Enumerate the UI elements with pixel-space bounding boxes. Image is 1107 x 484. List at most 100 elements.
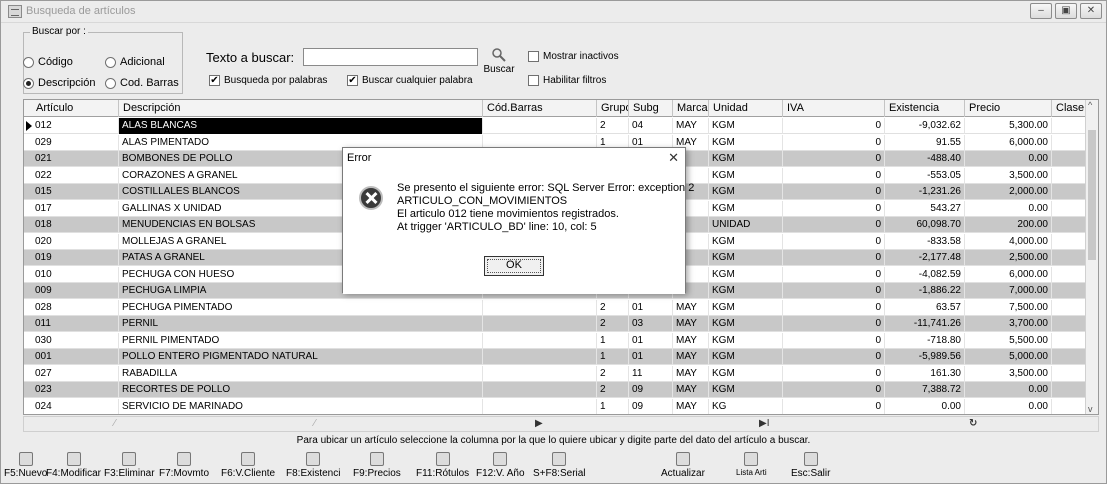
- table-row[interactable]: 028 PECHUGA PIMENTADO 2 01 MAY KGM 0 63.57 7,500…: [24, 299, 1086, 316]
- cell-marca[interactable]: MAY: [673, 332, 709, 349]
- cell-precio[interactable]: 0.00: [965, 382, 1052, 398]
- cell-precio[interactable]: 5,500.00: [965, 332, 1052, 349]
- cell-grupo[interactable]: 2: [597, 382, 629, 398]
- filters-checkbox[interactable]: Habilitar filtros: [528, 75, 606, 86]
- cell-clase[interactable]: [1052, 118, 1086, 134]
- cell-existencia[interactable]: -11,741.26: [885, 316, 965, 332]
- col-precio[interactable]: Precio: [965, 100, 1052, 117]
- cell-descripcion[interactable]: PECHUGA PIMENTADO: [119, 299, 483, 316]
- cell-iva[interactable]: 0: [783, 151, 885, 167]
- cell-clase[interactable]: [1052, 365, 1086, 382]
- cell-articulo[interactable]: 010: [32, 266, 119, 283]
- dialog-close-icon[interactable]: ✕: [668, 150, 679, 166]
- cell-precio[interactable]: 6,000.00: [965, 266, 1052, 283]
- col-iva[interactable]: IVA: [783, 100, 885, 117]
- cell-existencia[interactable]: -9,032.62: [885, 118, 965, 134]
- cell-precio[interactable]: 3,500.00: [965, 167, 1052, 184]
- cell-barras[interactable]: [483, 349, 597, 365]
- cell-iva[interactable]: 0: [783, 184, 885, 200]
- col-unidad[interactable]: Unidad: [709, 100, 783, 117]
- toolbar-labels-button[interactable]: F11:Rótulos: [416, 451, 469, 479]
- cell-articulo[interactable]: 017: [32, 200, 119, 217]
- nav-next-icon[interactable]: ▶: [535, 417, 543, 431]
- cell-unidad[interactable]: KGM: [709, 365, 783, 382]
- toolbar-client-button[interactable]: F6:V.Cliente: [221, 451, 275, 479]
- cell-unidad[interactable]: KGM: [709, 349, 783, 365]
- cell-iva[interactable]: 0: [783, 134, 885, 151]
- cell-articulo[interactable]: 011: [32, 316, 119, 332]
- cell-subg[interactable]: 11: [629, 365, 673, 382]
- cell-precio[interactable]: 3,500.00: [965, 365, 1052, 382]
- cell-grupo[interactable]: 2: [597, 118, 629, 134]
- cell-barras[interactable]: [483, 332, 597, 349]
- toolbar-movement-button[interactable]: F7:Movmto: [159, 451, 209, 479]
- cell-descripcion[interactable]: POLLO ENTERO PIGMENTADO NATURAL: [119, 349, 483, 365]
- cell-existencia[interactable]: -488.40: [885, 151, 965, 167]
- cell-iva[interactable]: 0: [783, 316, 885, 332]
- cell-subg[interactable]: 04: [629, 118, 673, 134]
- nav-refresh-icon[interactable]: ↻: [969, 417, 977, 431]
- toolbar-year-button[interactable]: F12:V. Año: [476, 451, 525, 479]
- cell-grupo[interactable]: 2: [597, 299, 629, 316]
- cell-precio[interactable]: 2,000.00: [965, 184, 1052, 200]
- cell-subg[interactable]: 01: [629, 299, 673, 316]
- search-input[interactable]: [303, 48, 478, 66]
- cell-barras[interactable]: [483, 365, 597, 382]
- cell-existencia[interactable]: 161.30: [885, 365, 965, 382]
- cell-barras[interactable]: [483, 398, 597, 414]
- toolbar-exit-button[interactable]: Esc:Salir: [791, 451, 830, 479]
- scroll-down-icon[interactable]: v: [1088, 404, 1093, 414]
- cell-iva[interactable]: 0: [783, 167, 885, 184]
- cell-iva[interactable]: 0: [783, 283, 885, 299]
- cell-marca[interactable]: MAY: [673, 299, 709, 316]
- cell-descripcion[interactable]: PERNIL PIMENTADO: [119, 332, 483, 349]
- cell-unidad[interactable]: KGM: [709, 200, 783, 217]
- cell-marca[interactable]: MAY: [673, 316, 709, 332]
- table-row[interactable]: 023 RECORTES DE POLLO 2 09 MAY KGM 0 7,388.72 0.…: [24, 382, 1086, 398]
- cell-clase[interactable]: [1052, 398, 1086, 414]
- cell-precio[interactable]: 5,000.00: [965, 349, 1052, 365]
- toolbar-stock-button[interactable]: F8:Existenci: [286, 451, 340, 479]
- cell-subg[interactable]: 01: [629, 349, 673, 365]
- cell-articulo[interactable]: 027: [32, 365, 119, 382]
- nav-first-icon[interactable]: ⁄: [114, 417, 116, 431]
- cell-existencia[interactable]: -718.80: [885, 332, 965, 349]
- cell-clase[interactable]: [1052, 233, 1086, 250]
- cell-unidad[interactable]: KGM: [709, 299, 783, 316]
- cell-grupo[interactable]: 1: [597, 332, 629, 349]
- cell-barras[interactable]: [483, 118, 597, 134]
- cell-clase[interactable]: [1052, 332, 1086, 349]
- cell-subg[interactable]: 09: [629, 398, 673, 414]
- cell-marca[interactable]: MAY: [673, 349, 709, 365]
- cell-clase[interactable]: [1052, 283, 1086, 299]
- cell-existencia[interactable]: -2,177.48: [885, 250, 965, 266]
- cell-precio[interactable]: 6,000.00: [965, 134, 1052, 151]
- cell-unidad[interactable]: KGM: [709, 118, 783, 134]
- cell-iva[interactable]: 0: [783, 398, 885, 414]
- cell-barras[interactable]: [483, 382, 597, 398]
- col-existencia[interactable]: Existencia: [885, 100, 965, 117]
- cell-precio[interactable]: 2,500.00: [965, 250, 1052, 266]
- radio-adicional[interactable]: Adicional: [105, 56, 165, 68]
- cell-precio[interactable]: 0.00: [965, 200, 1052, 217]
- cell-precio[interactable]: 0.00: [965, 151, 1052, 167]
- cell-articulo[interactable]: 028: [32, 299, 119, 316]
- search-button[interactable]: Buscar: [481, 47, 517, 87]
- cell-clase[interactable]: [1052, 134, 1086, 151]
- cell-clase[interactable]: [1052, 316, 1086, 332]
- toolbar-prices-button[interactable]: F9:Precios: [353, 451, 401, 479]
- cell-articulo[interactable]: 030: [32, 332, 119, 349]
- cell-subg[interactable]: 03: [629, 316, 673, 332]
- cell-iva[interactable]: 0: [783, 266, 885, 283]
- cell-iva[interactable]: 0: [783, 250, 885, 266]
- cell-iva[interactable]: 0: [783, 118, 885, 134]
- cell-iva[interactable]: 0: [783, 233, 885, 250]
- cell-marca[interactable]: MAY: [673, 365, 709, 382]
- cell-existencia[interactable]: -1,886.22: [885, 283, 965, 299]
- col-cod-barras[interactable]: Cód.Barras: [483, 100, 597, 117]
- cell-existencia[interactable]: -1,231.26: [885, 184, 965, 200]
- cell-descripcion[interactable]: PERNIL: [119, 316, 483, 332]
- cell-existencia[interactable]: 543.27: [885, 200, 965, 217]
- col-clase[interactable]: Clase: [1052, 100, 1086, 117]
- cell-grupo[interactable]: 2: [597, 316, 629, 332]
